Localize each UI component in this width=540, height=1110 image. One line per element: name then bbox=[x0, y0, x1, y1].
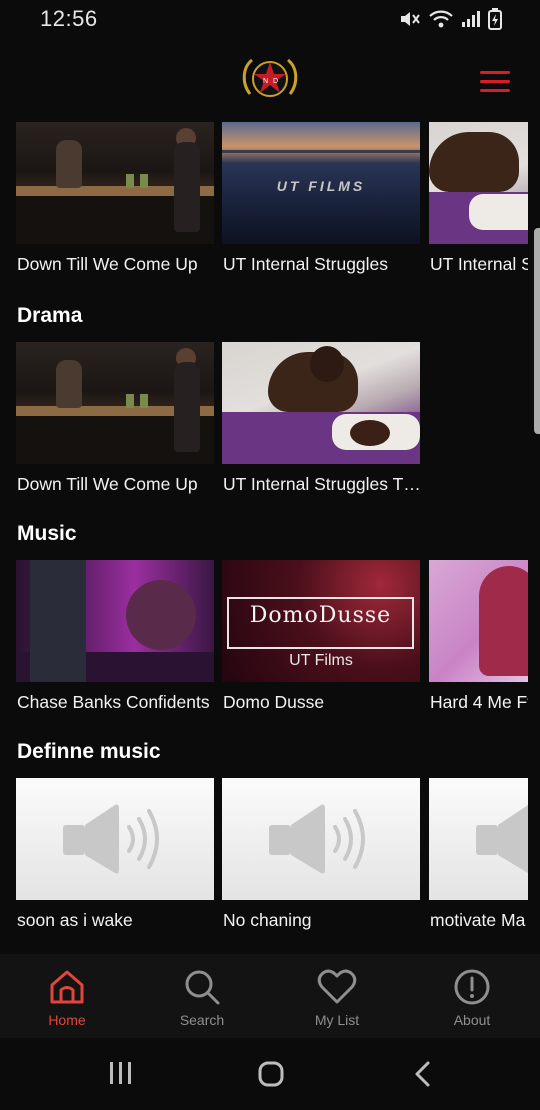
thumbnail-subtitle-text: UT Films bbox=[289, 652, 353, 669]
back-icon[interactable] bbox=[410, 1060, 436, 1088]
video-thumbnail[interactable] bbox=[16, 560, 214, 682]
mute-icon bbox=[401, 12, 420, 26]
video-title: UT Internal Struggles bbox=[223, 254, 389, 274]
nav-item-home[interactable]: Home bbox=[17, 968, 117, 1028]
video-thumbnail[interactable] bbox=[222, 342, 420, 464]
video-thumbnail[interactable] bbox=[429, 122, 528, 244]
menu-line bbox=[480, 89, 510, 92]
brand-logo[interactable]: N D bbox=[240, 54, 300, 104]
video-title: UT Internal Struggles T… bbox=[223, 474, 421, 494]
heart-icon bbox=[317, 969, 357, 1004]
video-card[interactable]: Hard 4 Me Ft bbox=[429, 560, 528, 720]
speaker-icon bbox=[476, 805, 528, 873]
home-circle-icon[interactable] bbox=[257, 1060, 285, 1088]
audio-card[interactable]: motivate Ma bbox=[429, 778, 528, 938]
video-title: UT Internal Struggles bbox=[430, 254, 528, 274]
nav-item-my-list[interactable]: My List bbox=[287, 968, 387, 1028]
hamburger-menu-icon[interactable] bbox=[480, 71, 510, 93]
row-title: Definne music bbox=[17, 740, 161, 763]
video-title: Chase Banks Confidents bbox=[17, 692, 210, 712]
audio-title: No chaning bbox=[223, 910, 312, 930]
video-thumbnail[interactable]: UT FILMS bbox=[222, 122, 420, 244]
video-title: Hard 4 Me Ft bbox=[430, 692, 528, 712]
logo-letter-d: D bbox=[273, 78, 278, 85]
speaker-icon bbox=[269, 804, 365, 874]
recents-icon[interactable] bbox=[108, 1060, 134, 1086]
video-title: Down Till We Come Up bbox=[17, 254, 198, 274]
battery-charging-icon bbox=[488, 8, 502, 30]
row-title: Drama bbox=[17, 304, 83, 327]
nav-label: My List bbox=[314, 1012, 360, 1028]
video-thumbnail[interactable] bbox=[429, 560, 528, 682]
wifi-icon bbox=[429, 10, 453, 28]
nav-label: About bbox=[453, 1012, 491, 1028]
thumbnail-title-text: DomoDusse bbox=[249, 603, 392, 628]
audio-title: motivate Ma bbox=[430, 910, 526, 930]
row-featured: Down Till We Come Up UT FILMS UT Interna… bbox=[0, 122, 540, 292]
row-title: Music bbox=[17, 522, 77, 545]
video-thumbnail[interactable] bbox=[16, 122, 214, 244]
info-icon bbox=[454, 969, 490, 1005]
status-time: 12:56 bbox=[40, 6, 98, 31]
thumbnail-brand-text: UT FILMS bbox=[276, 178, 366, 194]
audio-title: soon as i wake bbox=[17, 910, 133, 930]
signal-icon bbox=[462, 11, 480, 27]
audio-thumbnail[interactable] bbox=[16, 778, 214, 900]
menu-line bbox=[480, 71, 510, 74]
nav-item-search[interactable]: Search bbox=[152, 968, 252, 1028]
thumbnail-title-frame: DomoDusse bbox=[227, 597, 414, 649]
system-nav-bar bbox=[0, 1038, 540, 1110]
audio-thumbnail[interactable] bbox=[222, 778, 420, 900]
nav-item-about[interactable]: About bbox=[422, 968, 522, 1028]
video-thumbnail[interactable]: DomoDusse UT Films bbox=[222, 560, 420, 682]
search-icon bbox=[185, 970, 220, 1005]
nav-label: Search bbox=[179, 1012, 225, 1028]
content-feed[interactable]: Down Till We Come Up UT FILMS UT Interna… bbox=[0, 122, 540, 954]
video-title: Domo Dusse bbox=[223, 692, 325, 712]
menu-line bbox=[480, 80, 510, 83]
scroll-indicator[interactable] bbox=[534, 228, 540, 434]
video-title: Down Till We Come Up bbox=[17, 474, 198, 494]
status-icons bbox=[399, 8, 502, 30]
nav-label: Home bbox=[48, 1012, 86, 1028]
logo-letter-n: N bbox=[263, 78, 268, 85]
app-header: N D bbox=[0, 40, 540, 122]
bottom-nav: Home Search My List About bbox=[0, 954, 540, 1038]
video-thumbnail[interactable] bbox=[16, 342, 214, 464]
status-bar: 12:56 bbox=[0, 0, 540, 40]
speaker-icon bbox=[63, 804, 159, 874]
row-definne-music: Definne music soon as i wake No chaning … bbox=[0, 740, 540, 950]
home-icon bbox=[50, 970, 84, 1004]
row-drama: Drama Down Till We Come Up UT Internal S… bbox=[0, 304, 540, 504]
row-music: Music Chase Banks Confidents DomoDusse U… bbox=[0, 522, 540, 722]
audio-thumbnail[interactable] bbox=[429, 778, 528, 900]
video-card[interactable]: UT Internal Struggles bbox=[429, 122, 528, 282]
